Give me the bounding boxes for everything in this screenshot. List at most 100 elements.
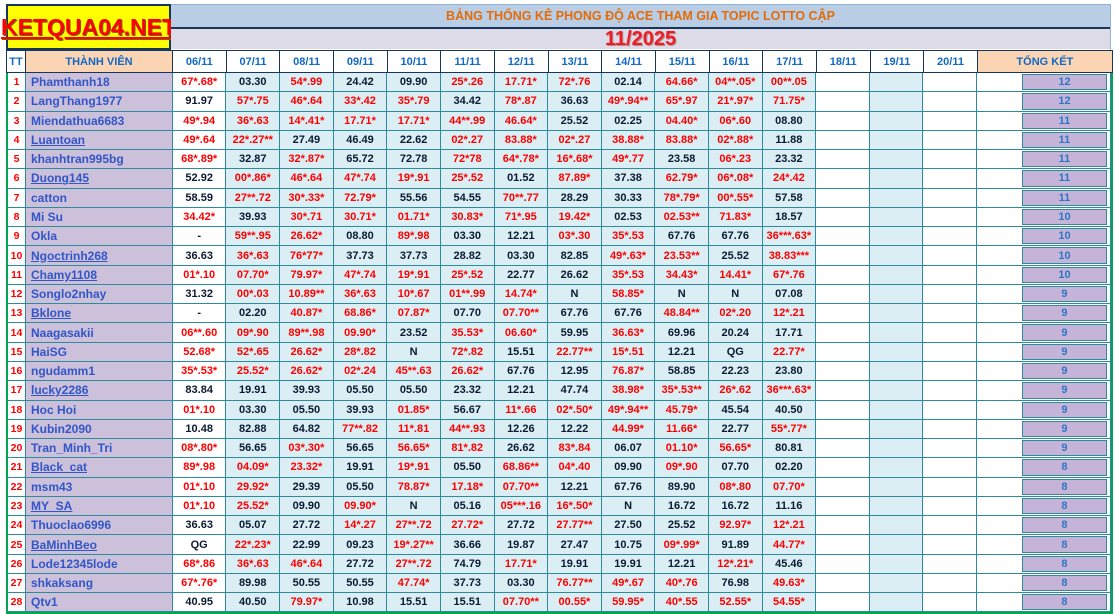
score-cell: 68*.86 xyxy=(172,554,227,574)
score-cell: 11.88 xyxy=(762,130,817,151)
score-cell: 08.80 xyxy=(333,227,388,247)
score-cell: 47.74* xyxy=(387,573,441,594)
col-header-tt: TT xyxy=(6,50,26,73)
score-cell xyxy=(816,73,870,93)
score-cell: 67.76 xyxy=(601,304,656,324)
score-cell: 68.86* xyxy=(333,304,388,324)
score-cell: 45**.63 xyxy=(387,361,441,382)
score-cell: 34.42 xyxy=(440,92,495,112)
member-name[interactable]: Ngoctrinh268 xyxy=(25,246,173,266)
score-cell: 30.33 xyxy=(601,188,656,208)
total-score: 8 xyxy=(1022,459,1107,476)
score-cell: 23.32* xyxy=(280,458,334,478)
score-cell: 36.63* xyxy=(601,323,656,343)
member-name[interactable]: BaMinhBeo xyxy=(25,535,173,555)
site-logo[interactable]: KETQUA04.NET xyxy=(1,4,176,50)
score-cell: 47.74 xyxy=(548,381,602,401)
total-cell: 9 xyxy=(977,439,1111,459)
score-cell: 37.73 xyxy=(333,246,388,266)
score-cell: 19.91 xyxy=(601,554,656,574)
member-name[interactable]: Duong145 xyxy=(25,169,173,189)
score-cell: 77**.82 xyxy=(333,419,388,440)
score-cell: 52*.65 xyxy=(226,342,281,362)
score-cell: 56.65 xyxy=(226,439,281,459)
score-cell: 09.23 xyxy=(333,535,388,555)
score-cell: 02*.27 xyxy=(548,130,602,151)
score-cell: 10.98 xyxy=(333,593,388,613)
score-cell: 11.16 xyxy=(762,496,817,517)
row-number: 13 xyxy=(8,304,26,324)
score-cell: 34.42* xyxy=(172,207,227,228)
score-cell: 49*.94 xyxy=(172,111,227,131)
member-name: Tran_Minh_Tri xyxy=(25,439,173,459)
score-cell: 89**.98 xyxy=(280,323,334,343)
score-cell: 54.55 xyxy=(440,188,495,208)
total-cell: 9 xyxy=(977,381,1111,401)
row-number: 6 xyxy=(8,169,26,189)
score-cell: 36.63 xyxy=(548,92,602,112)
score-cell: 23.52 xyxy=(387,323,441,343)
row-number: 2 xyxy=(8,92,26,112)
score-cell: 09*.90 xyxy=(226,323,281,343)
score-cell: 14*.27 xyxy=(333,516,388,536)
table-row: 6 Duong145 52.92 00*.86* 46*.64 47*.74 19*.91 2… xyxy=(8,169,1111,189)
member-name[interactable]: lucky2286 xyxy=(25,381,173,401)
score-cell: QG xyxy=(172,535,227,555)
score-cell xyxy=(869,188,924,208)
score-cell xyxy=(816,419,870,440)
table-row: 22 msm43 01*.10 29.92* 29.39 05.50 78.87* 17.18… xyxy=(8,477,1111,497)
total-cell: 11 xyxy=(977,111,1111,131)
member-name: Okla xyxy=(25,227,173,247)
total-cell: 8 xyxy=(977,535,1111,555)
score-cell: 22.77* xyxy=(762,342,817,362)
score-cell: 02*.88* xyxy=(708,130,763,151)
score-cell: 16.72 xyxy=(655,496,709,517)
member-name[interactable]: MY_SA xyxy=(25,496,173,517)
score-cell: 05.07 xyxy=(226,516,281,536)
score-cell xyxy=(816,150,870,170)
row-number: 9 xyxy=(8,227,26,247)
score-cell: 38.83*** xyxy=(762,246,817,266)
score-cell: 24.42 xyxy=(333,73,388,93)
score-cell: 40*.55 xyxy=(655,593,709,613)
score-cell: 71.83* xyxy=(708,207,763,228)
score-cell: 02*.27 xyxy=(440,130,495,151)
row-number: 18 xyxy=(8,400,26,420)
score-cell: 05***.16 xyxy=(494,496,549,517)
total-cell: 11 xyxy=(977,169,1111,189)
score-cell: 16*.68* xyxy=(548,150,602,170)
score-cell xyxy=(816,342,870,362)
score-cell: 72*78 xyxy=(440,150,495,170)
score-cell xyxy=(923,284,978,305)
row-number: 28 xyxy=(8,593,26,613)
score-cell: 50.55 xyxy=(333,573,388,594)
score-cell: 45.46 xyxy=(762,554,817,574)
member-name[interactable]: Chamy1108 xyxy=(25,265,173,285)
score-cell xyxy=(869,361,924,382)
score-cell xyxy=(816,227,870,247)
member-name[interactable]: Bklone xyxy=(25,304,173,324)
score-cell: 01*.10 xyxy=(172,477,227,497)
total-score: 9 xyxy=(1022,305,1107,322)
table-row: 1 Phamthanh18 67*.68* 03.30 54*.99 24.42 09.90… xyxy=(8,73,1111,93)
score-cell: 44.77* xyxy=(762,535,817,555)
score-cell: 37.73 xyxy=(440,573,495,594)
table-row: 20 Tran_Minh_Tri 08*.80* 56.65 03*.30* 56.65 5… xyxy=(8,439,1111,459)
score-cell: 27.50 xyxy=(601,516,656,536)
score-cell: 72*.76 xyxy=(548,73,602,93)
total-score: 12 xyxy=(1022,74,1107,91)
score-cell: 48.84** xyxy=(655,304,709,324)
score-cell: 76.98 xyxy=(708,573,763,594)
member-name: Lode12345lode xyxy=(25,554,173,574)
score-cell: 44**.93 xyxy=(440,419,495,440)
score-cell: 78.87* xyxy=(387,477,441,497)
member-name[interactable]: Luantoan xyxy=(25,130,173,151)
total-cell: 11 xyxy=(977,130,1111,151)
score-cell xyxy=(869,342,924,362)
score-cell: 40.95 xyxy=(172,593,227,613)
score-cell: 69.96 xyxy=(655,323,709,343)
score-cell: 27.72 xyxy=(333,554,388,574)
member-name[interactable]: Black_cat xyxy=(25,458,173,478)
score-cell: 02.20 xyxy=(226,304,281,324)
member-name: Thuoclao6996 xyxy=(25,516,173,536)
